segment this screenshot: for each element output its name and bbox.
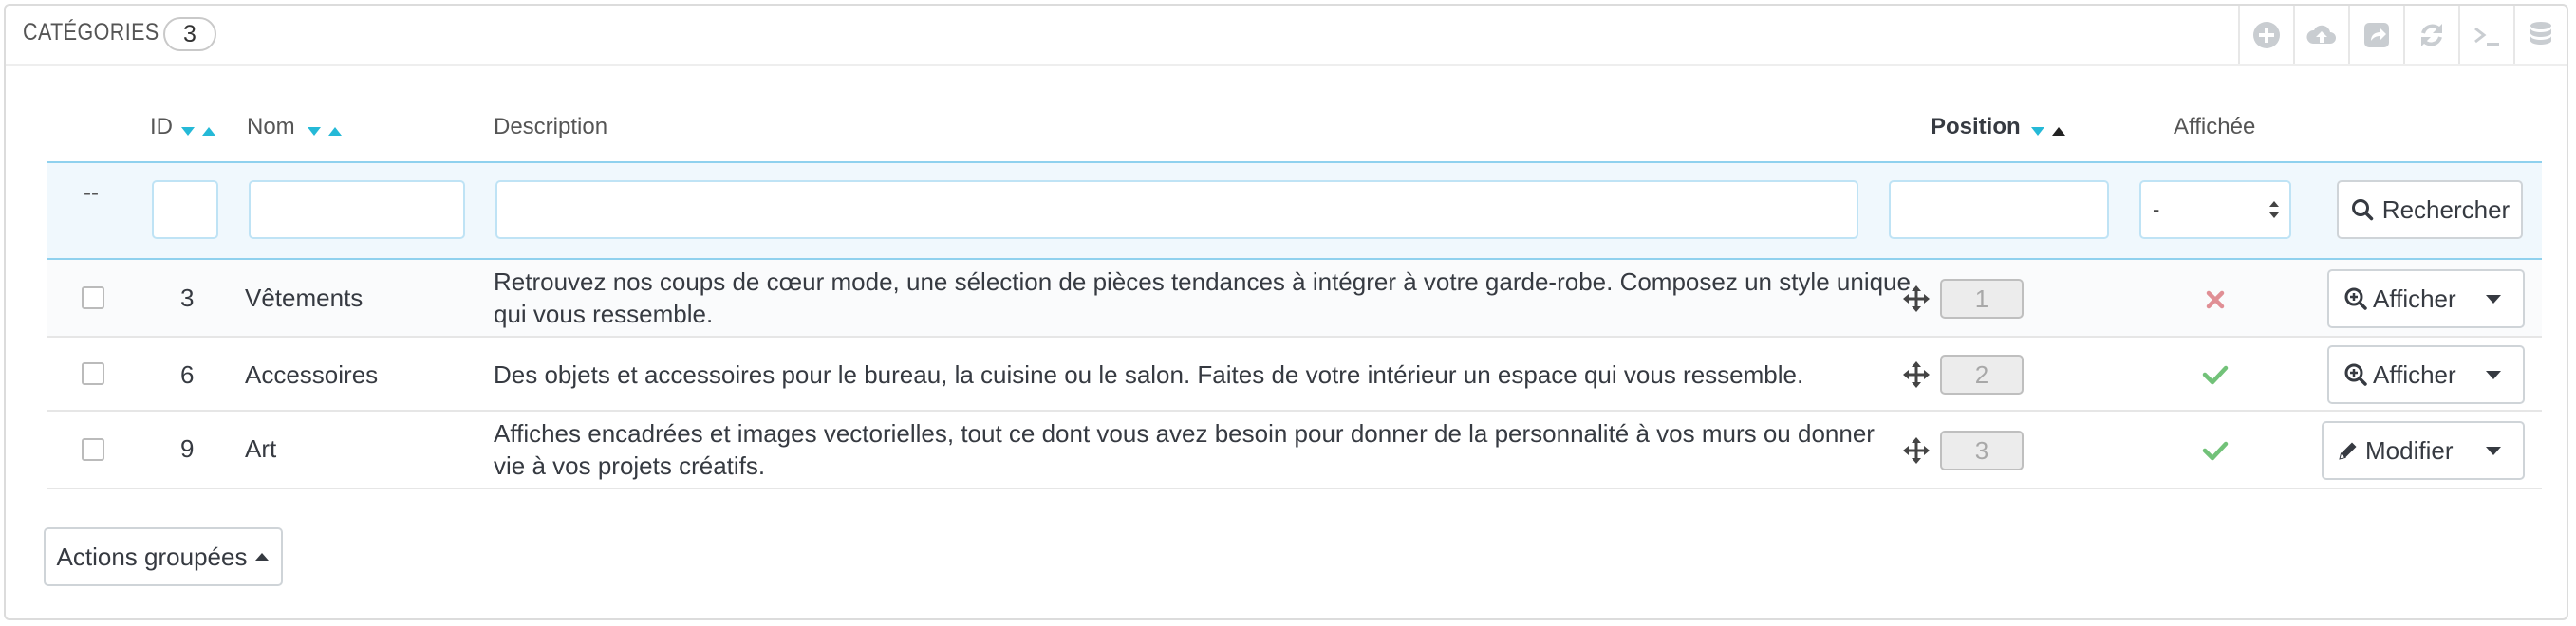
- caret-down-icon: [2486, 295, 2501, 304]
- refresh-button[interactable]: [2403, 6, 2458, 64]
- import-button[interactable]: [2293, 6, 2348, 64]
- caret-down-icon: [2486, 371, 2501, 379]
- row-description-line2: vie à vos projets créatifs.: [494, 451, 766, 480]
- row-actions-dropdown[interactable]: [2464, 347, 2523, 402]
- view-button[interactable]: Afficher: [2327, 345, 2525, 404]
- row-id: 3: [180, 284, 195, 312]
- filter-description-input[interactable]: [495, 180, 1858, 239]
- row-checkbox[interactable]: [82, 438, 104, 461]
- row-checkbox[interactable]: [82, 362, 104, 385]
- search-button-label: Rechercher: [2381, 194, 2511, 224]
- sql-terminal-icon: [2474, 27, 2499, 46]
- edit-button[interactable]: Modifier: [2322, 421, 2525, 480]
- header-name: Nom: [247, 114, 295, 139]
- cloud-upload-icon: [2306, 25, 2336, 44]
- row-actions-dropdown[interactable]: [2464, 423, 2523, 478]
- filter-id-input[interactable]: [152, 180, 218, 239]
- disabled-cross-icon[interactable]: [2206, 290, 2225, 309]
- drag-move-icon[interactable]: [1902, 360, 1931, 389]
- view-button-label: Afficher: [2373, 284, 2456, 313]
- filter-row: -- - Rechercher: [47, 161, 2542, 260]
- bulk-actions-label: Actions groupées: [56, 542, 248, 571]
- row-id: 6: [180, 360, 195, 389]
- filter-name-input[interactable]: [249, 180, 465, 239]
- filter-position-input[interactable]: [1889, 180, 2109, 239]
- row-description-line1: Retrouvez nos coups de cœur mode, une sé…: [494, 267, 1911, 296]
- categories-panel: CATÉGORIES 3 ID Nom Description Position…: [4, 4, 2568, 620]
- row-description-line2: qui vous ressemble.: [494, 300, 714, 328]
- header-displayed: Affichée: [2174, 114, 2256, 139]
- sql-manager-button[interactable]: [2513, 6, 2567, 64]
- filter-displayed-value: -: [2153, 197, 2160, 221]
- position-value: 3: [1940, 431, 2024, 470]
- add-new-button[interactable]: [2238, 6, 2293, 64]
- edit-button-label: Modifier: [2365, 435, 2454, 465]
- caret-up-icon: [255, 553, 270, 561]
- table-row: 9 Art Affiches encadrées et images vecto…: [47, 412, 2542, 489]
- row-description-line1: Affiches encadrées et images vectorielle…: [494, 419, 1875, 448]
- position-value: 2: [1940, 355, 2024, 395]
- zoom-in-icon: [2344, 363, 2367, 386]
- pencil-icon: [2339, 442, 2357, 460]
- bulk-actions-button[interactable]: Actions groupées: [44, 527, 283, 586]
- row-actions-dropdown[interactable]: [2464, 271, 2523, 326]
- add-icon: [2253, 22, 2280, 48]
- table-row: 3 Vêtements Retrouvez nos coups de cœur …: [47, 260, 2542, 338]
- filter-displayed-select[interactable]: -: [2139, 180, 2291, 239]
- category-count-badge: 3: [163, 17, 216, 51]
- enabled-check-icon[interactable]: [2202, 440, 2229, 461]
- header-description: Description: [494, 114, 608, 139]
- view-button[interactable]: Afficher: [2327, 269, 2525, 328]
- bulk-placeholder: --: [84, 180, 99, 206]
- panel-title: CATÉGORIES: [23, 19, 159, 46]
- sort-id-icons[interactable]: [179, 125, 219, 138]
- drag-move-icon[interactable]: [1902, 436, 1931, 465]
- drag-move-icon[interactable]: [1902, 285, 1931, 313]
- panel-header: CATÉGORIES 3: [6, 6, 2567, 66]
- database-icon: [2530, 22, 2551, 45]
- search-button[interactable]: Rechercher: [2337, 180, 2523, 239]
- export-button[interactable]: [2348, 6, 2403, 64]
- row-checkbox[interactable]: [82, 286, 104, 309]
- sort-name-icons[interactable]: [306, 125, 345, 138]
- sql-query-button[interactable]: [2458, 6, 2513, 64]
- row-name: Accessoires: [245, 360, 379, 389]
- search-icon: [2351, 199, 2374, 221]
- refresh-icon: [2421, 24, 2442, 46]
- view-button-label: Afficher: [2373, 359, 2456, 389]
- header-position: Position: [1931, 114, 2021, 139]
- enabled-check-icon[interactable]: [2202, 364, 2229, 385]
- position-value: 1: [1940, 279, 2024, 319]
- row-name: Vêtements: [245, 284, 364, 312]
- row-name: Art: [245, 434, 277, 463]
- table-row: 6 Accessoires Des objets et accessoires …: [47, 338, 2542, 412]
- zoom-in-icon: [2344, 287, 2367, 310]
- row-id: 9: [180, 434, 195, 463]
- row-description-line1: Des objets et accessoires pour le bureau…: [494, 360, 1804, 389]
- header-id: ID: [150, 114, 173, 139]
- caret-down-icon: [2486, 447, 2501, 455]
- export-icon: [2364, 23, 2389, 47]
- select-arrows-icon: [2269, 201, 2279, 218]
- sort-position-icons[interactable]: [2029, 125, 2069, 138]
